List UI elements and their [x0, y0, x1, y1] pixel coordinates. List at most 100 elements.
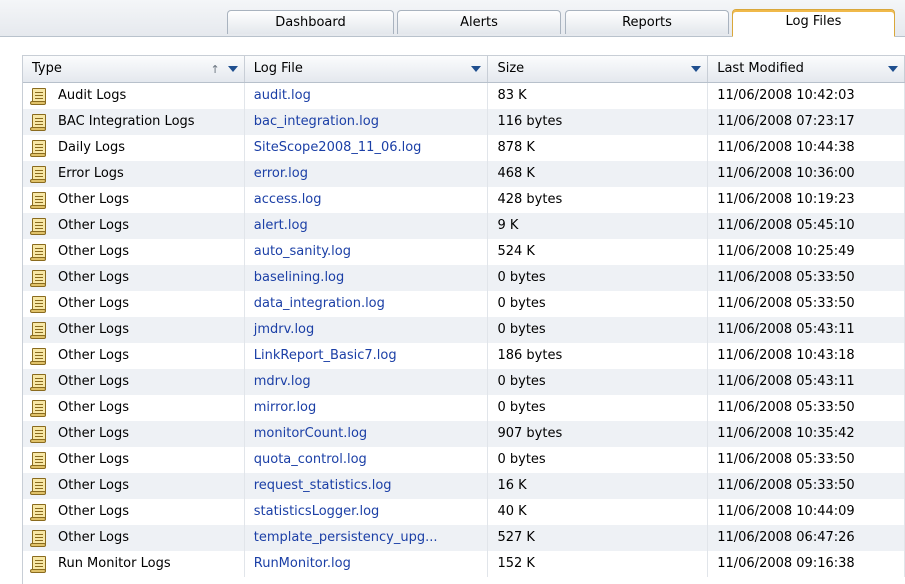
- log-file-link[interactable]: jmdrv.log: [254, 322, 315, 337]
- log-file-icon: [30, 348, 46, 365]
- log-file-link[interactable]: alert.log: [254, 218, 308, 233]
- table-row[interactable]: Other Logs quota_control.log 0 bytes 11/06/…: [23, 447, 905, 473]
- tab-dashboard[interactable]: Dashboard: [227, 10, 394, 34]
- table-row[interactable]: Error Logs error.log 468 K 11/06/2008 10:36…: [23, 161, 905, 187]
- log-file-link[interactable]: quota_control.log: [254, 452, 367, 467]
- type-label: Other Logs: [58, 348, 130, 363]
- size-cell: 16 K: [488, 473, 709, 499]
- type-cell: Audit Logs: [23, 83, 245, 109]
- last-modified-cell: 11/06/2008 10:42:03: [708, 83, 905, 109]
- type-label: Other Logs: [58, 504, 130, 519]
- table-body: Audit Logs audit.log 83 K 11/06/2008 10:42:…: [23, 83, 905, 577]
- log-file-link[interactable]: template_persistency_upg...: [254, 530, 438, 545]
- table-row[interactable]: Other Logs data_integration.log 0 bytes 11/…: [23, 291, 905, 317]
- log-file-link[interactable]: statisticsLogger.log: [254, 504, 380, 519]
- size-cell: 527 K: [488, 525, 709, 551]
- type-cell: Other Logs: [23, 317, 245, 343]
- tab-reports[interactable]: Reports: [565, 10, 729, 34]
- column-header-last-modified[interactable]: Last Modified: [708, 56, 905, 82]
- type-cell: Other Logs: [23, 421, 245, 447]
- column-header-log-file-label: Log File: [253, 61, 303, 76]
- log-file-icon: [30, 530, 46, 547]
- log-file-link[interactable]: baselining.log: [254, 270, 345, 285]
- log-file-icon: [30, 556, 46, 573]
- log-file-link[interactable]: audit.log: [254, 88, 311, 103]
- column-header-type-label: Type: [32, 61, 62, 76]
- type-label: Audit Logs: [58, 88, 127, 103]
- table-row[interactable]: Other Logs mdrv.log 0 bytes 11/06/2008 05:4…: [23, 369, 905, 395]
- table-row[interactable]: Other Logs LinkReport_Basic7.log 186 bytes…: [23, 343, 905, 369]
- type-label: Other Logs: [58, 322, 130, 337]
- type-cell: Other Logs: [23, 265, 245, 291]
- last-modified-cell: 11/06/2008 05:33:50: [708, 291, 905, 317]
- log-files-table: Type ↑ Log File Size Last Modified Audit…: [22, 55, 905, 584]
- tab-alerts[interactable]: Alerts: [397, 10, 561, 34]
- table-row[interactable]: Other Logs access.log 428 bytes 11/06/2008 …: [23, 187, 905, 213]
- last-modified-cell: 11/06/2008 10:19:23: [708, 187, 905, 213]
- filter-dropdown-icon[interactable]: [470, 63, 482, 75]
- size-cell: 152 K: [488, 551, 709, 577]
- table-row[interactable]: Audit Logs audit.log 83 K 11/06/2008 10:42:…: [23, 83, 905, 109]
- sort-ascending-icon[interactable]: ↑: [211, 57, 220, 83]
- type-label: Daily Logs: [58, 140, 126, 155]
- log-file-cell: jmdrv.log: [245, 317, 489, 343]
- log-file-cell: bac_integration.log: [245, 109, 489, 135]
- type-cell: Other Logs: [23, 473, 245, 499]
- type-label: Other Logs: [58, 452, 130, 467]
- log-file-icon: [30, 166, 46, 183]
- log-file-icon: [30, 400, 46, 417]
- type-cell: Other Logs: [23, 525, 245, 551]
- table-row[interactable]: Other Logs alert.log 9 K 11/06/2008 05:45:1…: [23, 213, 905, 239]
- log-file-cell: baselining.log: [245, 265, 489, 291]
- last-modified-cell: 11/06/2008 05:33:50: [708, 447, 905, 473]
- log-file-cell: mirror.log: [245, 395, 489, 421]
- type-cell: Other Logs: [23, 343, 245, 369]
- table-row[interactable]: Other Logs jmdrv.log 0 bytes 11/06/2008 05:…: [23, 317, 905, 343]
- type-label: Other Logs: [58, 478, 130, 493]
- column-header-type[interactable]: Type ↑: [23, 56, 245, 82]
- type-cell: Error Logs: [23, 161, 245, 187]
- log-file-link[interactable]: access.log: [254, 192, 322, 207]
- type-label: Other Logs: [58, 296, 130, 311]
- filter-dropdown-icon[interactable]: [690, 63, 702, 75]
- log-file-icon: [30, 244, 46, 261]
- tab-log-files[interactable]: Log Files: [732, 9, 895, 37]
- log-file-link[interactable]: monitorCount.log: [254, 426, 367, 441]
- column-header-log-file[interactable]: Log File: [245, 56, 489, 82]
- table-row[interactable]: Other Logs auto_sanity.log 524 K 11/06/2008…: [23, 239, 905, 265]
- column-header-size[interactable]: Size: [488, 56, 709, 82]
- log-file-link[interactable]: request_statistics.log: [254, 478, 392, 493]
- log-file-icon: [30, 478, 46, 495]
- type-cell: Other Logs: [23, 291, 245, 317]
- table-row[interactable]: Other Logs monitorCount.log 907 bytes 11/06…: [23, 421, 905, 447]
- log-file-link[interactable]: mirror.log: [254, 400, 317, 415]
- log-file-cell: data_integration.log: [245, 291, 489, 317]
- filter-dropdown-icon[interactable]: [887, 63, 899, 75]
- type-label: Other Logs: [58, 400, 130, 415]
- table-row[interactable]: Other Logs mirror.log 0 bytes 11/06/2008 05…: [23, 395, 905, 421]
- table-row[interactable]: Daily Logs SiteScope2008_11_06.log 878 K 11…: [23, 135, 905, 161]
- table-row[interactable]: Other Logs baselining.log 0 bytes 11/06/200…: [23, 265, 905, 291]
- type-cell: Other Logs: [23, 187, 245, 213]
- filter-dropdown-icon[interactable]: [227, 63, 239, 75]
- log-file-link[interactable]: bac_integration.log: [254, 114, 379, 129]
- table-row[interactable]: Run Monitor Logs RunMonitor.log 152 K 11/06…: [23, 551, 905, 577]
- table-row[interactable]: BAC Integration Logs bac_integration.log 1…: [23, 109, 905, 135]
- table-row[interactable]: Other Logs request_statistics.log 16 K 11/0…: [23, 473, 905, 499]
- log-file-link[interactable]: SiteScope2008_11_06.log: [254, 140, 422, 155]
- log-file-link[interactable]: LinkReport_Basic7.log: [254, 348, 397, 363]
- log-file-link[interactable]: mdrv.log: [254, 374, 311, 389]
- last-modified-cell: 11/06/2008 05:33:50: [708, 473, 905, 499]
- log-file-link[interactable]: auto_sanity.log: [254, 244, 351, 259]
- log-file-cell: auto_sanity.log: [245, 239, 489, 265]
- type-cell: Other Logs: [23, 499, 245, 525]
- table-row[interactable]: Other Logs template_persistency_upg... 527…: [23, 525, 905, 551]
- log-file-link[interactable]: data_integration.log: [254, 296, 385, 311]
- log-file-link[interactable]: error.log: [254, 166, 308, 181]
- log-file-link[interactable]: RunMonitor.log: [254, 556, 351, 571]
- type-label: Other Logs: [58, 270, 130, 285]
- type-cell: Run Monitor Logs: [23, 551, 245, 577]
- type-cell: Other Logs: [23, 447, 245, 473]
- size-cell: 0 bytes: [488, 395, 709, 421]
- table-row[interactable]: Other Logs statisticsLogger.log 40 K 11/06/…: [23, 499, 905, 525]
